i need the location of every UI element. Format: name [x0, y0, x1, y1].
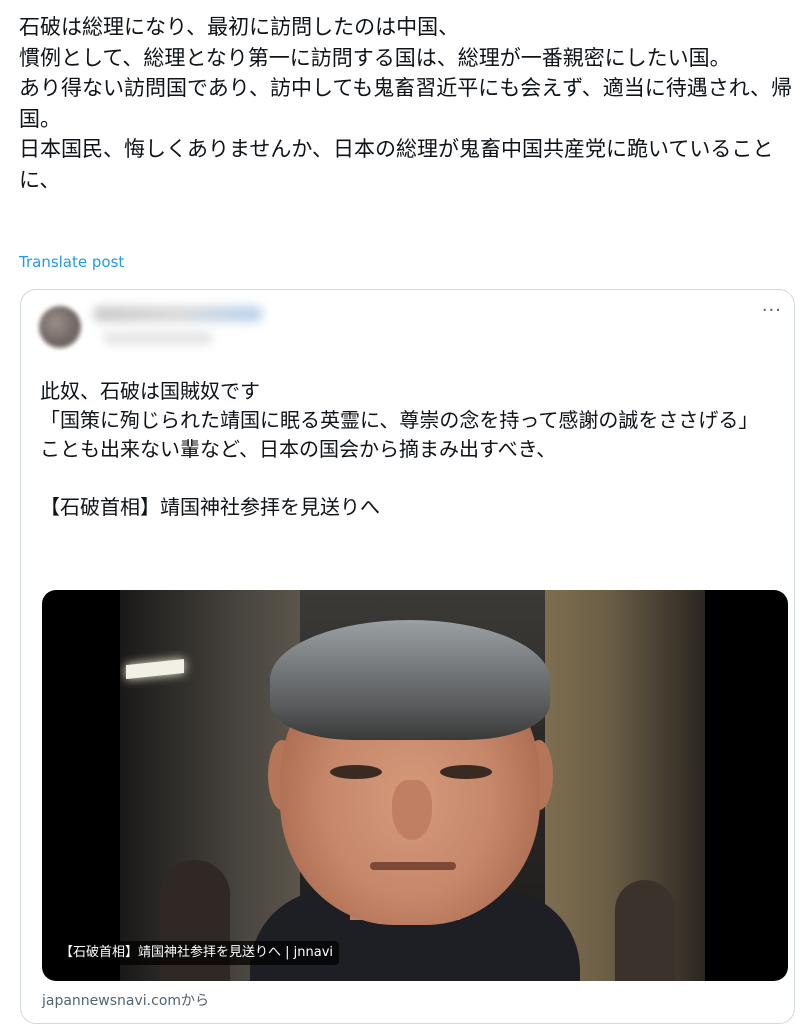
news-photo	[120, 590, 705, 981]
avatar[interactable]	[39, 306, 81, 348]
translate-post-link[interactable]: Translate post	[19, 253, 124, 271]
photo-mouth	[370, 862, 456, 870]
photo-background-person	[615, 880, 675, 981]
photo-nose	[392, 780, 432, 840]
more-options-icon[interactable]: ···	[762, 300, 782, 321]
link-card-media[interactable]: 【石破首相】靖国神社参拝を見送りへ | jnnavi	[42, 590, 788, 981]
photo-eye	[440, 765, 492, 779]
link-card-source[interactable]: japannewsnavi.comから	[42, 990, 209, 1010]
photo-eye	[330, 765, 382, 779]
blurred-display-name[interactable]	[93, 306, 263, 322]
link-card-caption: 【石破首相】靖国神社参拝を見送りへ | jnnavi	[54, 941, 340, 965]
photo-hair	[270, 620, 550, 740]
quoted-post-card[interactable]: ··· 此奴、石破は国賊奴です 「国策に殉じられた靖国に眠る英霊に、尊崇の念を持…	[20, 289, 795, 1024]
post-text: 石破は総理になり、最初に訪問したのは中国、 慣例として、総理となり第一に訪問する…	[19, 15, 793, 192]
blurred-username	[103, 332, 213, 344]
quoted-post-text: 此奴、石破は国賊奴です 「国策に殉じられた靖国に眠る英霊に、尊崇の念を持って感謝…	[40, 379, 759, 519]
